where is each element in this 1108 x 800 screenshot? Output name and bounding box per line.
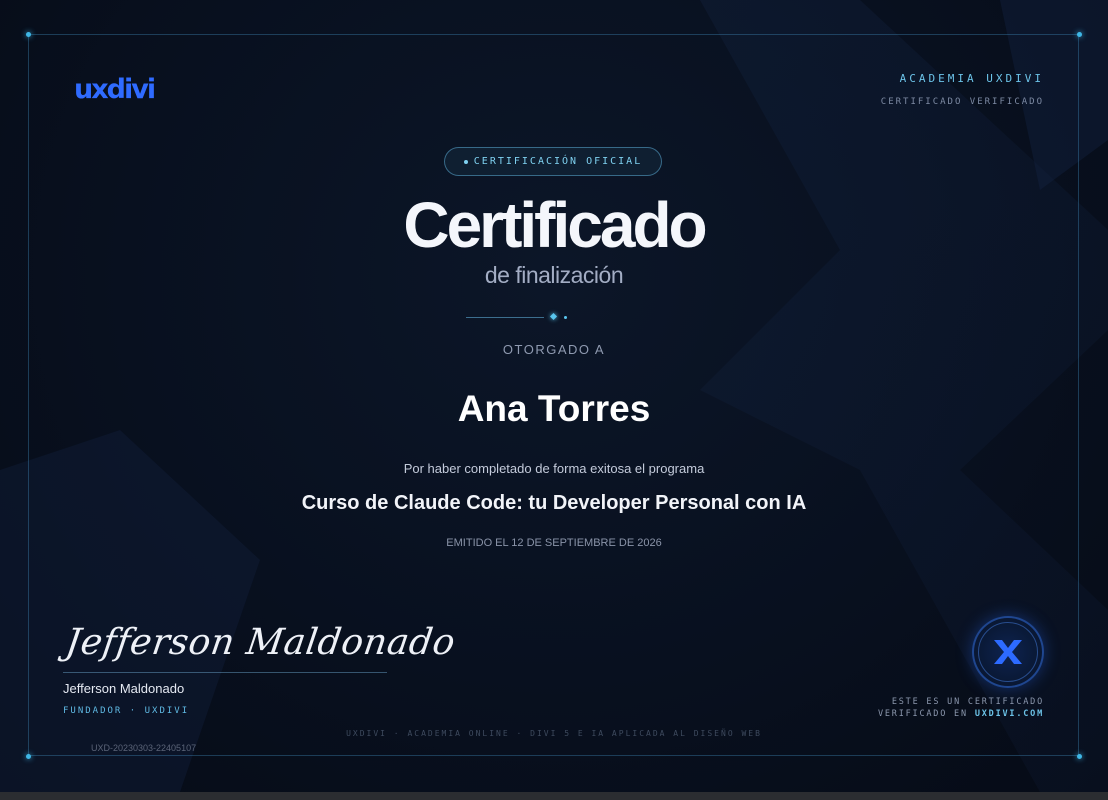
awarded-label: OTORGADO A: [502, 342, 606, 357]
verification-seal: [972, 616, 1044, 688]
footer-tagline: UXDIVI · ACADEMIA ONLINE · DIVI 5 E IA A…: [346, 729, 762, 738]
x-seal-icon: [994, 640, 1022, 664]
badge-label: CERTIFICACIÓN OFICIAL: [473, 156, 643, 167]
course-name: Curso de Claude Code: tu Developer Perso…: [301, 492, 807, 514]
certificate-title: Certificado: [403, 189, 707, 261]
frame-corner-dot: [1077, 32, 1082, 37]
frame-corner-dot: [26, 32, 31, 37]
verification-line-1: ESTE ES UN CERTIFICADO: [891, 697, 1044, 707]
verification-link[interactable]: UXDIVI.COM: [975, 709, 1044, 719]
issue-date: EMITIDO EL 12 DE SEPTIEMBRE DE 2026: [446, 537, 662, 549]
signature-line: [63, 672, 387, 673]
academy-label: ACADEMIA UXDIVI: [899, 72, 1044, 85]
recipient-name: Ana Torres: [457, 388, 651, 429]
verified-label: CERTIFICADO VERIFICADO: [880, 97, 1044, 107]
frame-corner-dot: [1077, 754, 1082, 759]
signatory-role: FUNDADOR · UXDIVI: [63, 706, 190, 716]
badge-dot-icon: [463, 159, 468, 164]
signatory-name: Jefferson Maldonado: [63, 681, 185, 696]
certificate: uxdivi ACADEMIA UXDIVI CERTIFICADO VERIF…: [0, 0, 1108, 792]
certificate-id: UXD-20230303-22405107: [91, 743, 197, 753]
bottom-strip: [0, 792, 1108, 800]
ornamental-divider: [466, 312, 642, 321]
official-certification-badge: CERTIFICACIÓN OFICIAL: [444, 147, 662, 176]
handwritten-signature: Jefferson Maldonado: [63, 622, 458, 663]
uxdivi-logo: uxdivi: [74, 74, 156, 105]
verification-note: ESTE ES UN CERTIFICADO VERIFICADO EN UXD…: [878, 696, 1044, 720]
verification-line-2: VERIFICADO EN UXDIVI.COM: [878, 708, 1044, 720]
frame-corner-dot: [26, 754, 31, 759]
certificate-subtitle: de finalización: [484, 262, 624, 288]
completion-description: Por haber completado de forma exitosa el…: [403, 461, 705, 476]
verification-prefix: VERIFICADO EN: [877, 709, 975, 719]
